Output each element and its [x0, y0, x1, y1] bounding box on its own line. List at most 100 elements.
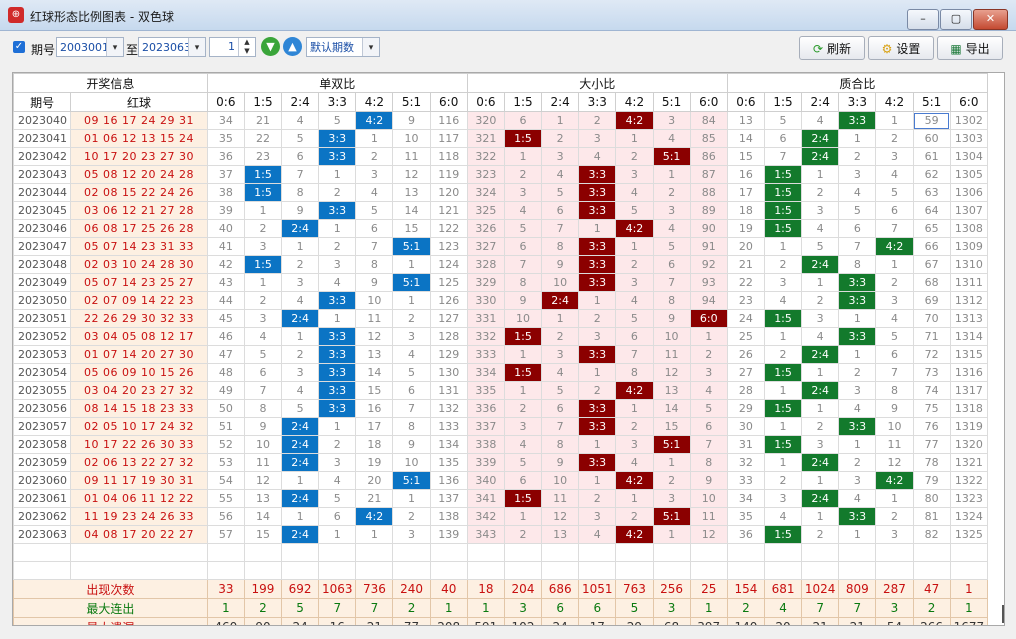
miss-count-cell: 1306 [949, 183, 989, 202]
column-header-ratio[interactable]: 1:5 [243, 92, 283, 112]
period-cell: 2023062 [13, 507, 72, 526]
table-row[interactable]: 2023063 04 08 17 20 22 27 57 15 2:4 1 1 3 139 343… [13, 525, 989, 544]
arrow-up-icon: ▲ [288, 40, 297, 53]
column-header-red-balls[interactable]: 红球 [70, 92, 208, 112]
table-row[interactable]: 2023062 11 19 23 24 26 33 56 14 1 6 4:2 2 138 342… [13, 507, 989, 526]
chevron-down-icon[interactable]: ▾ [362, 38, 379, 56]
ratio-hit-cell: 6:0 [689, 309, 728, 328]
table-row[interactable]: 2023041 01 06 12 13 15 24 35 22 5 3:3 1 10 117 32… [13, 129, 989, 148]
column-header-period[interactable]: 期号 [13, 92, 72, 112]
to-period-select[interactable]: 2023063 ▾ [138, 37, 206, 57]
count-value: 1 [228, 40, 235, 53]
table-row[interactable]: 2023054 05 06 09 10 15 26 48 6 3 3:3 14 5 130 334… [13, 363, 989, 382]
miss-count-cell: 10 [689, 489, 728, 508]
column-header-ratio[interactable]: 0:6 [466, 92, 505, 112]
table-row[interactable]: 2023061 01 04 06 11 12 22 55 13 2:4 5 21 1 137 34… [13, 489, 989, 508]
app-logo-icon: ⊕ [8, 7, 24, 23]
column-header-ratio[interactable]: 6:0 [949, 92, 989, 112]
spin-down-icon[interactable]: ▼ [238, 47, 255, 56]
miss-count-cell: 1 [243, 201, 283, 220]
table-row[interactable]: 2023052 03 04 05 08 12 17 46 4 1 3:3 12 3 128 332… [13, 327, 989, 346]
column-header-ratio[interactable]: 4:2 [615, 92, 654, 112]
period-mode-select[interactable]: 默认期数 ▾ [306, 37, 380, 57]
column-header-ratio[interactable]: 6:0 [689, 92, 728, 112]
column-header-ratio[interactable]: 4:2 [875, 92, 914, 112]
miss-count-cell: 326 [466, 219, 505, 238]
table-row[interactable]: 2023058 10 17 22 26 30 33 52 10 2:4 2 18 9 134 33… [13, 435, 989, 454]
column-header-ratio[interactable]: 0:6 [726, 92, 765, 112]
scrollbar-thumb[interactable] [1002, 605, 1004, 623]
miss-count-cell: 72 [912, 345, 951, 364]
stats-value: 21 [838, 617, 877, 625]
table-row[interactable]: 2023051 22 26 29 30 32 33 45 3 2:4 1 11 2 127 331… [13, 309, 989, 328]
table-row[interactable]: 2023046 06 08 17 25 26 28 40 2 2:4 1 6 15 122 326… [13, 219, 989, 238]
window-title: 红球形态比例图表 - 双色球 [30, 10, 174, 24]
table-row[interactable]: 2023048 02 03 10 24 28 30 42 1:5 2 3 8 1 124 328 7… [13, 255, 989, 274]
table-row[interactable]: 2023049 05 07 14 23 25 27 43 1 3 4 9 5:1 125 329 8… [13, 273, 989, 292]
stats-value: 397 [689, 617, 728, 625]
table-row[interactable]: 2023047 05 07 14 23 31 33 41 3 1 2 7 5:1 123 327 6… [13, 237, 989, 256]
table-row[interactable]: 2023043 05 08 12 20 24 28 37 1:5 7 1 3 12 119 323… [13, 165, 989, 184]
minimize-button[interactable]: – [907, 9, 939, 30]
period-checkbox[interactable]: ✓ [13, 41, 25, 53]
column-header-ratio[interactable]: 2:4 [801, 92, 840, 112]
miss-count-cell: 9 [689, 471, 728, 490]
table-row[interactable]: 2023040 09 16 17 24 29 31 34 21 4 5 4:2 9 116 320… [13, 111, 989, 130]
go-down-button[interactable]: ▼ [261, 37, 280, 56]
miss-count-cell: 31 [726, 435, 765, 454]
miss-count-cell: 5 [801, 237, 840, 256]
ratio-hit-cell: 2:4 [801, 255, 840, 274]
column-header-ratio[interactable]: 4:2 [355, 92, 394, 112]
table-row[interactable]: 2023060 09 11 17 19 30 31 54 12 1 4 20 5:1 136 34… [13, 471, 989, 490]
miss-count-cell: 12 [541, 507, 580, 526]
table-row[interactable]: 2023044 02 08 15 22 24 26 38 1:5 8 2 4 13 120 324… [13, 183, 989, 202]
empty-cell [652, 561, 691, 580]
miss-count-cell: 17 [355, 417, 394, 436]
table-row[interactable]: 2023042 10 17 20 23 27 30 36 23 6 3:3 2 11 118 32… [13, 147, 989, 166]
miss-count-cell: 78 [912, 453, 951, 472]
miss-count-cell: 332 [466, 327, 505, 346]
table-row[interactable]: 2023053 01 07 14 20 27 30 47 5 2 3:3 13 4 129 333… [13, 345, 989, 364]
table-row[interactable]: 2023055 03 04 20 23 27 32 49 7 4 3:3 15 6 131 335… [13, 381, 989, 400]
table-row[interactable]: 2023045 03 06 12 21 27 28 39 1 9 3:3 5 14 121 325… [13, 201, 989, 220]
go-up-button[interactable]: ▲ [283, 37, 302, 56]
column-header-ratio[interactable]: 3:3 [578, 92, 617, 112]
miss-count-cell: 5 [541, 381, 580, 400]
miss-count-cell: 42 [206, 255, 245, 274]
miss-count-cell: 7 [355, 237, 394, 256]
miss-count-cell: 2 [578, 489, 617, 508]
column-header-ratio[interactable]: 1:5 [763, 92, 803, 112]
spin-up-icon[interactable]: ▲ [238, 38, 255, 47]
column-header-ratio[interactable]: 5:1 [912, 92, 951, 112]
empty-cell [206, 561, 245, 580]
settings-button[interactable]: ⚙ 设置 [868, 36, 934, 60]
miss-count-cell: 4 [281, 111, 320, 130]
ratio-hit-cell: 1:5 [763, 435, 803, 454]
table-row[interactable]: 2023056 08 14 15 18 23 33 50 8 5 3:3 16 7 132 336… [13, 399, 989, 418]
table-row[interactable]: 2023059 02 06 13 22 27 32 53 11 2:4 3 19 10 135 3… [13, 453, 989, 472]
column-header-ratio[interactable]: 0:6 [206, 92, 245, 112]
miss-count-cell: 1 [615, 129, 654, 148]
export-button[interactable]: ▦ 导出 [937, 36, 1003, 60]
column-header-ratio[interactable]: 6:0 [429, 92, 468, 112]
count-stepper[interactable]: 1 ▲ ▼ [209, 37, 256, 57]
column-header-ratio[interactable]: 3:3 [838, 92, 877, 112]
chevron-down-icon[interactable]: ▾ [106, 38, 123, 56]
ratio-hit-cell: 3:3 [578, 183, 617, 202]
column-header-ratio[interactable]: 2:4 [281, 92, 320, 112]
column-header-ratio[interactable]: 3:3 [318, 92, 357, 112]
column-header-ratio[interactable]: 5:1 [652, 92, 691, 112]
chevron-down-icon[interactable]: ▾ [188, 38, 205, 56]
maximize-button[interactable]: ▢ [940, 9, 972, 30]
miss-count-cell: 339 [466, 453, 505, 472]
table-row[interactable]: 2023050 02 07 09 14 22 23 44 2 4 3:3 10 1 126 330… [13, 291, 989, 310]
column-header-ratio[interactable]: 2:4 [541, 92, 580, 112]
table-row[interactable]: 2023057 02 05 10 17 24 32 51 9 2:4 1 17 8 133 337… [13, 417, 989, 436]
from-period-select[interactable]: 2003001 ▾ [56, 37, 124, 57]
close-button[interactable]: ✕ [973, 9, 1008, 30]
refresh-button[interactable]: ⟳ 刷新 [799, 36, 865, 60]
column-header-ratio[interactable]: 1:5 [503, 92, 543, 112]
miss-count-cell: 2 [875, 273, 914, 292]
miss-count-cell: 74 [912, 381, 951, 400]
column-header-ratio[interactable]: 5:1 [392, 92, 431, 112]
